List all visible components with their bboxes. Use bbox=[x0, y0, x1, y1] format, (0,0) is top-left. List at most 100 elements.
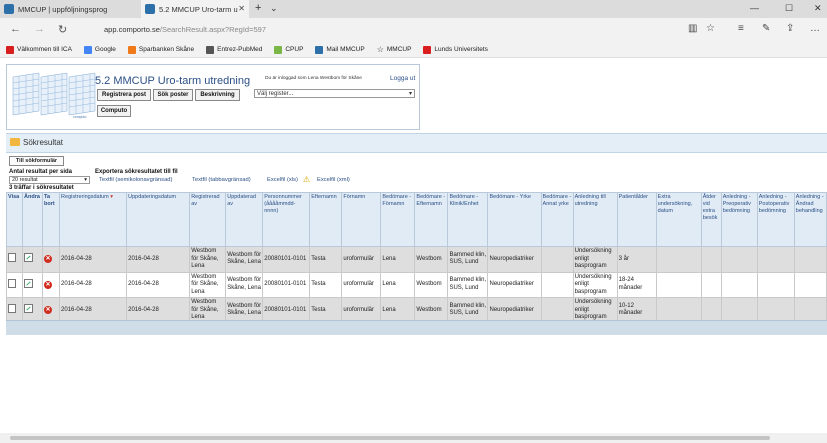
close-tab-icon[interactable]: ✕ bbox=[238, 4, 245, 13]
back-button[interactable]: ← bbox=[10, 23, 21, 35]
register-select[interactable]: Välj register... ▾ bbox=[254, 89, 415, 98]
more-icon[interactable]: … bbox=[810, 23, 820, 34]
edit-cell bbox=[22, 271, 44, 298]
favorite-item[interactable]: Google bbox=[83, 45, 116, 54]
empty-cell bbox=[793, 246, 827, 273]
view-icon[interactable] bbox=[8, 278, 16, 288]
favorite-item[interactable]: Lunds Universitets bbox=[423, 45, 488, 54]
per-page-value: 20 resultat bbox=[12, 177, 38, 183]
empty-cell bbox=[793, 271, 827, 298]
edit-icon[interactable] bbox=[24, 278, 34, 288]
reg-by-cell: Westbom för Skåne, Lena bbox=[189, 271, 227, 298]
table-row: ✕ 2016-04-28 2016-04-28 Westbom för Skån… bbox=[5, 246, 827, 273]
col-header[interactable]: Efternamn bbox=[309, 192, 343, 247]
col-header[interactable]: Bedömare - Klinik/Enhet bbox=[447, 192, 489, 247]
share-icon[interactable]: ⇪ bbox=[786, 23, 794, 34]
empty-cell bbox=[700, 271, 722, 298]
export-excel-xls-link[interactable]: Excelfil (xls) bbox=[267, 177, 298, 183]
delete-icon[interactable]: ✕ bbox=[44, 255, 53, 263]
col-header: Ändra bbox=[22, 192, 44, 247]
notes-icon[interactable]: ✎ bbox=[762, 23, 770, 34]
favorite-item[interactable]: Sparbanken Skåne bbox=[127, 45, 195, 54]
export-label: Exportera sökresultatet till fil bbox=[95, 169, 178, 175]
scrollbar-thumb[interactable] bbox=[10, 436, 770, 440]
lu-icon bbox=[423, 45, 432, 54]
chevron-down-icon: ▾ bbox=[84, 177, 87, 183]
url-field[interactable]: app.comporto.se/SearchResult.aspx?RegId=… bbox=[104, 25, 266, 34]
col-header[interactable]: Registrerad av bbox=[189, 192, 227, 247]
col-header[interactable]: Patientålder bbox=[616, 192, 657, 247]
delete-icon[interactable]: ✕ bbox=[44, 306, 53, 314]
b-efternamn-cell: Westbom bbox=[414, 246, 449, 273]
col-header[interactable]: Förnamn bbox=[341, 192, 382, 247]
favorite-label: Sparbanken Skåne bbox=[138, 46, 195, 53]
sok-poster-button[interactable]: Sök poster bbox=[153, 89, 193, 101]
sparbanken-icon bbox=[127, 45, 136, 54]
beskrivning-button[interactable]: Beskrivning bbox=[195, 89, 240, 101]
favorite-item[interactable]: CPUP bbox=[274, 45, 303, 54]
col-header[interactable]: Anledning - Postoperativ bedömning bbox=[756, 192, 795, 247]
tab-mmcup[interactable]: MMCUP | uppföljningsprog bbox=[0, 0, 140, 18]
export-text-semicolon-link[interactable]: Textfil (semikolonavgränsad) bbox=[99, 177, 172, 183]
col-header[interactable]: Uppdaterad av bbox=[225, 192, 264, 247]
empty-cell bbox=[700, 246, 722, 273]
upd-by-cell: Westbom för Skåne, Lena bbox=[225, 246, 264, 273]
table-footer-bar bbox=[6, 320, 827, 335]
refresh-button[interactable]: ↻ bbox=[58, 23, 67, 36]
export-excel-xml-link[interactable]: Excelfil (xml) bbox=[317, 177, 350, 183]
favorite-item[interactable]: Entrez-PubMed bbox=[206, 45, 262, 54]
b-klinik-cell: Barnmed klin, SUS, Lund bbox=[447, 271, 489, 298]
reg-date-cell: 2016-04-28 bbox=[59, 271, 128, 298]
ica-icon bbox=[6, 45, 14, 54]
horizontal-scrollbar[interactable] bbox=[0, 433, 827, 443]
col-header[interactable]: Åtder vid extra besök bbox=[700, 192, 722, 247]
delete-icon[interactable]: ✕ bbox=[44, 280, 53, 289]
new-tab-button[interactable]: + bbox=[255, 2, 261, 14]
empty-cell bbox=[756, 246, 795, 273]
favorite-star-icon[interactable]: ☆ bbox=[706, 23, 715, 34]
favorite-item[interactable]: Välkommen till ICA bbox=[6, 45, 72, 54]
star-icon: ☆ bbox=[376, 45, 384, 54]
maximize-button[interactable]: ☐ bbox=[785, 3, 793, 14]
favorite-item[interactable]: Mail MMCUP bbox=[315, 45, 365, 54]
minimize-button[interactable]: — bbox=[750, 3, 759, 13]
col-header-sortable[interactable]: Registreringsdatum ▾ bbox=[59, 192, 128, 247]
pnr-cell: 20080101-0101 bbox=[262, 271, 311, 298]
reading-view-icon[interactable]: ▥ bbox=[688, 23, 697, 34]
hub-icon[interactable]: ≡ bbox=[738, 23, 744, 34]
edit-icon[interactable] bbox=[24, 253, 34, 262]
col-header[interactable]: Bedömare - Annat yrke bbox=[540, 192, 574, 247]
till-sokformular-button[interactable]: Till sökformulär bbox=[9, 156, 64, 166]
close-window-button[interactable]: ✕ bbox=[814, 3, 822, 14]
mail-icon bbox=[315, 45, 324, 54]
col-header[interactable]: Bedömare - Yrke bbox=[487, 192, 542, 247]
b-yrke-cell: Neuropediatriker bbox=[487, 246, 542, 273]
col-header[interactable]: Uppdateringsdatum bbox=[126, 192, 191, 247]
favorite-item[interactable]: ☆ MMCUP bbox=[377, 45, 412, 54]
col-header[interactable]: Personnummer (ååååmmdd-nnnn) bbox=[262, 192, 311, 247]
col-header[interactable]: Bedömare - Efternamn bbox=[414, 192, 449, 247]
page-title: 5.2 MMCUP Uro-tarm utredning bbox=[95, 75, 251, 87]
forward-button[interactable]: → bbox=[34, 23, 45, 35]
col-header[interactable]: Anledning till utredning bbox=[572, 192, 618, 247]
view-icon[interactable] bbox=[8, 253, 16, 262]
fornamn-cell: uroformulär bbox=[341, 271, 382, 298]
favorites-bar: Välkommen till ICA Google Sparbanken Skå… bbox=[0, 42, 827, 58]
col-header[interactable]: Anledning - Ändrad behandling bbox=[793, 192, 827, 247]
tab-list-chevron-icon[interactable]: ⌄ bbox=[270, 3, 278, 14]
col-header: Visa bbox=[5, 192, 24, 247]
tab-uro-tarm[interactable]: 5.2 MMCUP Uro-tarm u ✕ bbox=[141, 0, 249, 18]
col-header[interactable]: Bedömare - Förnamn bbox=[380, 192, 416, 247]
computo-button[interactable]: Computo bbox=[97, 105, 131, 117]
col-header[interactable]: Extra undersökning, datum bbox=[655, 192, 702, 247]
registrera-post-button[interactable]: Registrera post bbox=[97, 89, 151, 101]
svg-text:computo: computo bbox=[73, 115, 86, 119]
favorite-label: Välkommen till ICA bbox=[17, 46, 72, 53]
logout-link[interactable]: Logga ut bbox=[390, 75, 415, 82]
edit-icon[interactable] bbox=[24, 304, 34, 313]
b-fornamn-cell: Lena bbox=[380, 246, 416, 273]
export-text-tab-link[interactable]: Textfil (tabbavgränsad) bbox=[192, 177, 251, 183]
per-page-select[interactable]: 20 resultat ▾ bbox=[9, 176, 90, 184]
view-icon[interactable] bbox=[8, 304, 16, 313]
col-header[interactable]: Anledning - Preoperativ bedömning bbox=[720, 192, 758, 247]
